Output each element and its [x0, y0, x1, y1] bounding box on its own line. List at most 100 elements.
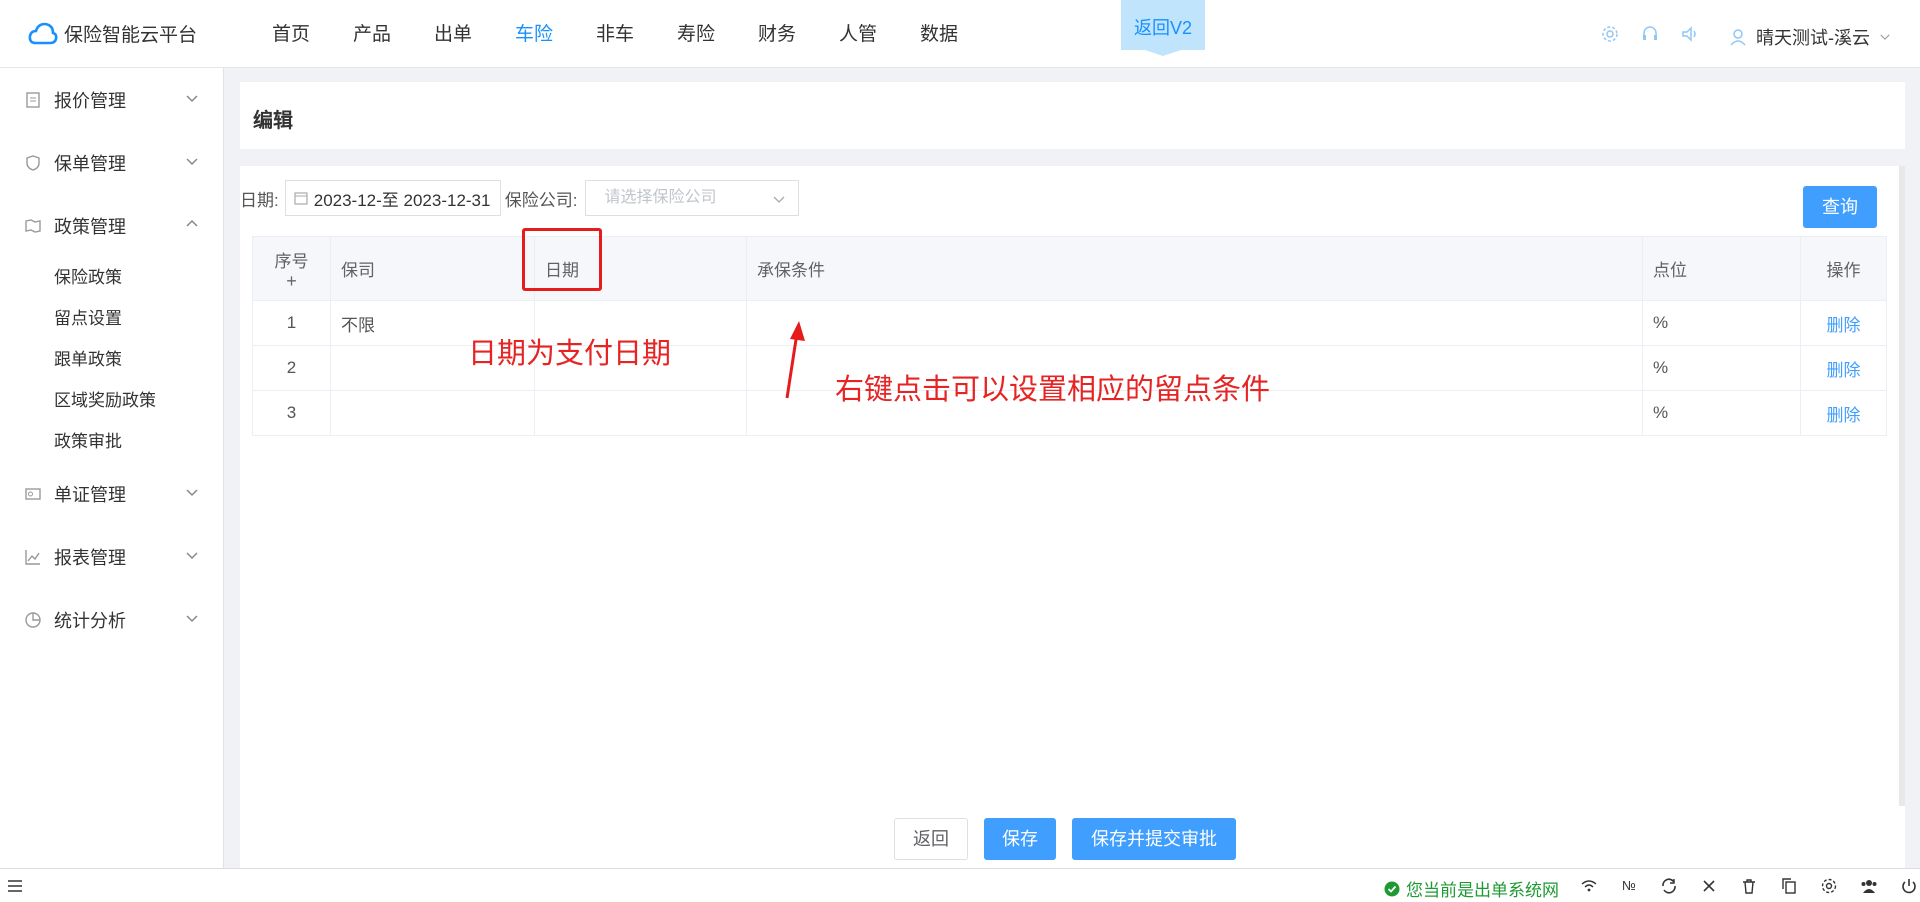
sidebar-group-quote[interactable]: 报价管理	[0, 68, 223, 131]
nav-non-auto[interactable]: 非车	[596, 0, 677, 68]
clipboard-icon	[26, 91, 40, 108]
cell-date[interactable]	[534, 390, 747, 436]
header-icons	[1600, 24, 1700, 44]
sidebar-group-label: 保单管理	[54, 153, 126, 174]
status-bar: 您当前是出单系统网 №	[0, 868, 1920, 902]
menu-icon[interactable]	[6, 877, 24, 895]
sidebar-group-label: 报价管理	[54, 90, 126, 111]
chevron-down-icon	[186, 615, 198, 623]
cell-points[interactable]: %	[1642, 345, 1801, 391]
col-seq: 序号 +	[252, 236, 331, 301]
chevron-down-icon	[1880, 34, 1890, 40]
back-button[interactable]: 返回	[894, 818, 968, 860]
cell-seq: 3	[252, 390, 331, 436]
sidebar-group-policy-management[interactable]: 政策管理	[0, 194, 223, 257]
chevron-down-icon	[774, 196, 785, 203]
wifi-icon[interactable]	[1580, 877, 1598, 895]
chevron-down-icon	[186, 552, 198, 560]
id-card-icon	[25, 487, 41, 500]
nav-hr[interactable]: 人管	[839, 0, 920, 68]
policy-icon	[25, 218, 41, 233]
cell-points[interactable]: %	[1642, 390, 1801, 436]
cloud-logo-icon	[28, 22, 58, 44]
close-icon[interactable]	[1700, 877, 1718, 895]
user-name: 晴天测试-溪云	[1756, 28, 1870, 48]
sidebar-group-label: 统计分析	[54, 610, 126, 631]
cell-action: 删除	[1800, 390, 1887, 436]
sidebar-group-label: 政策管理	[54, 216, 126, 237]
nav-home[interactable]: 首页	[272, 0, 353, 68]
col-points: 点位	[1642, 236, 1801, 301]
settings-icon[interactable]	[1820, 877, 1838, 895]
sidebar: 报价管理 保单管理 政策管理 保险政策 留点设置 跟单政策 区域奖励政策 政策审…	[0, 68, 224, 868]
query-button[interactable]: 查询	[1803, 186, 1877, 228]
user-icon	[1730, 29, 1746, 46]
users-icon[interactable]	[1860, 877, 1878, 895]
delete-row-button[interactable]: 删除	[1827, 406, 1861, 425]
cell-action: 删除	[1800, 345, 1887, 391]
gear-icon[interactable]	[1600, 24, 1620, 44]
sidebar-item-retention-settings[interactable]: 留点设置	[0, 298, 223, 339]
trash-icon[interactable]	[1740, 877, 1758, 895]
cell-conditions[interactable]	[746, 300, 1643, 346]
company-placeholder: 请选择保险公司	[604, 189, 717, 206]
col-conditions: 承保条件	[746, 236, 1643, 301]
copy-icon[interactable]	[1780, 877, 1798, 895]
check-circle-icon	[1384, 881, 1400, 896]
cell-insurer[interactable]	[330, 390, 535, 436]
nav-finance[interactable]: 财务	[758, 0, 839, 68]
shield-icon	[26, 154, 40, 171]
date-header-highlight	[522, 228, 602, 291]
sidebar-group-reports[interactable]: 报表管理	[0, 525, 223, 588]
delete-row-button[interactable]: 删除	[1827, 316, 1861, 335]
sidebar-item-insurance-policy[interactable]: 保险政策	[0, 257, 223, 298]
page-title: 编辑	[253, 110, 293, 132]
company-select[interactable]: 请选择保险公司	[585, 180, 800, 216]
user-menu[interactable]: 晴天测试-溪云	[1728, 24, 1892, 50]
sidebar-item-policy-approval[interactable]: 政策审批	[0, 421, 223, 462]
status-text: 您当前是出单系统网	[1406, 881, 1559, 900]
save-button[interactable]: 保存	[984, 818, 1056, 860]
annotation-date-note: 日期为支付日期	[468, 338, 672, 370]
connection-status: 您当前是出单系统网	[1384, 876, 1559, 901]
nav-products[interactable]: 产品	[353, 0, 434, 68]
app-logo[interactable]: 保险智能云平台	[28, 20, 197, 47]
cell-points[interactable]: %	[1642, 300, 1801, 346]
sidebar-item-regional-reward[interactable]: 区域奖励政策	[0, 380, 223, 421]
cell-action: 删除	[1800, 300, 1887, 346]
date-range-picker[interactable]: 2023-12-至 2023-12-31	[284, 180, 501, 216]
col-insurer: 保司	[330, 236, 535, 301]
sidebar-group-label: 报表管理	[54, 547, 126, 568]
status-icons: №	[1580, 877, 1918, 895]
chevron-down-icon	[186, 489, 198, 497]
app-title: 保险智能云平台	[64, 25, 198, 46]
delete-row-button[interactable]: 删除	[1827, 361, 1861, 380]
content-panel: 日期: 2023-12-至 2023-12-31 保险公司: 请选择保险公司 查…	[240, 166, 1905, 868]
calendar-icon	[294, 192, 308, 205]
nav-life[interactable]: 寿险	[677, 0, 758, 68]
save-and-submit-button[interactable]: 保存并提交审批	[1072, 818, 1236, 860]
headset-icon[interactable]	[1640, 24, 1660, 44]
vertical-scrollbar[interactable]	[1899, 166, 1905, 806]
sidebar-group-policy-docs[interactable]: 保单管理	[0, 131, 223, 194]
cell-seq: 2	[252, 345, 331, 391]
power-icon[interactable]	[1900, 877, 1918, 895]
sidebar-group-documents[interactable]: 单证管理	[0, 462, 223, 525]
number-icon[interactable]: №	[1620, 877, 1638, 895]
cell-seq: 1	[252, 300, 331, 346]
return-v2-button[interactable]: 返回V2	[1121, 0, 1205, 56]
speaker-icon[interactable]	[1680, 24, 1700, 44]
sidebar-group-analytics[interactable]: 统计分析	[0, 588, 223, 651]
sidebar-item-follow-policy[interactable]: 跟单政策	[0, 339, 223, 380]
refresh-icon[interactable]	[1660, 877, 1678, 895]
annotation-right-click-note: 右键点击可以设置相应的留点条件	[835, 374, 1271, 406]
filter-bar: 日期: 2023-12-至 2023-12-31 保险公司: 请选择保险公司	[240, 180, 800, 216]
main-nav: 首页 产品 出单 车险 非车 寿险 财务 人管 数据	[272, 0, 1001, 68]
table-header-row: 序号 + 保司 日期 承保条件 点位 操作	[252, 236, 1887, 301]
top-header: 保险智能云平台 首页 产品 出单 车险 非车 寿险 财务 人管 数据 返回V2 …	[0, 0, 1920, 68]
nav-auto-insurance[interactable]: 车险	[515, 0, 596, 68]
nav-data[interactable]: 数据	[920, 0, 1001, 68]
title-panel: 编辑	[240, 82, 1905, 149]
nav-issue[interactable]: 出单	[434, 0, 515, 68]
add-row-button[interactable]: +	[253, 272, 330, 290]
